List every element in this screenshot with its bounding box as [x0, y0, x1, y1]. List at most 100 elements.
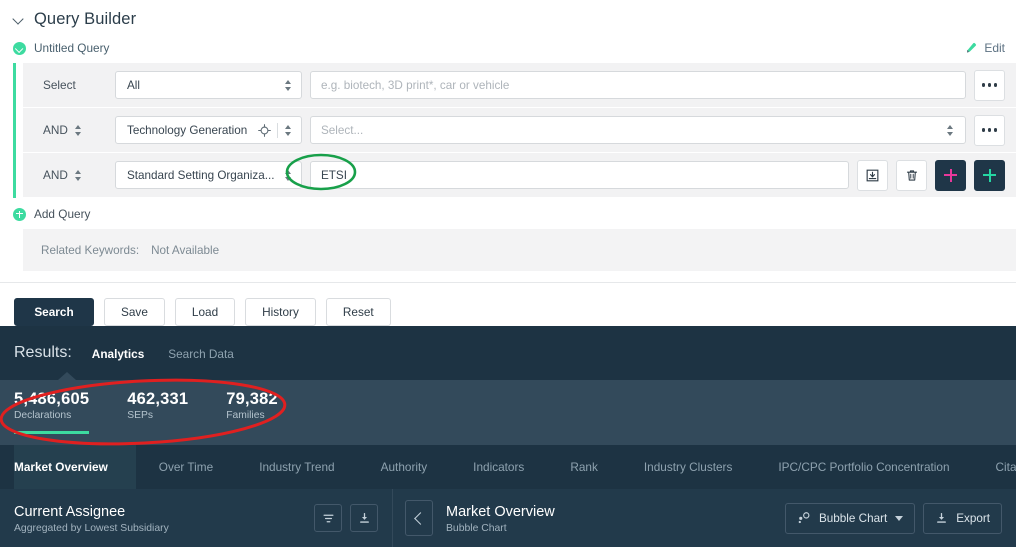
- panel-title: Current Assignee: [14, 503, 126, 520]
- history-button[interactable]: History: [245, 297, 316, 326]
- tab-authority[interactable]: Authority: [358, 445, 451, 489]
- related-keywords-bar: Related Keywords: Not Available: [23, 229, 1016, 271]
- field-select-controls: [284, 169, 293, 182]
- chevron-left-icon: [414, 511, 427, 525]
- panel-title: Market Overview: [446, 503, 555, 520]
- tab-market-overview[interactable]: Market Overview: [14, 445, 136, 489]
- query-builder-app: Query Builder Untitled Query Edit Select…: [0, 0, 1016, 550]
- stat-seps[interactable]: 462,331 SEPs: [127, 389, 188, 421]
- page-title: Query Builder: [34, 9, 137, 28]
- updown-arrows-icon[interactable]: [284, 124, 293, 137]
- crosshair-target-icon[interactable]: [258, 123, 271, 137]
- field-select-value: All: [127, 78, 140, 92]
- tab-analytics[interactable]: Analytics: [92, 347, 144, 361]
- connector-updown-icon[interactable]: [74, 124, 83, 137]
- results-header: Results: Analytics Search Data: [0, 326, 1016, 380]
- trash-icon: [906, 169, 917, 181]
- more-options-icon: [982, 83, 997, 87]
- reset-button[interactable]: Reset: [325, 297, 391, 326]
- add-query-label: Add Query: [34, 207, 91, 221]
- panel-right-text: Market Overview Bubble Chart: [446, 503, 555, 534]
- back-button[interactable]: [405, 500, 433, 536]
- chevron-down-icon: [895, 515, 904, 521]
- export-label: Export: [956, 511, 990, 525]
- save-button[interactable]: Save: [104, 297, 165, 326]
- tab-rank[interactable]: Rank: [547, 445, 621, 489]
- save-icon: [866, 169, 879, 181]
- query-title-row: Untitled Query Edit: [0, 32, 1016, 63]
- stat-label: Families: [226, 410, 265, 421]
- plus-icon: [983, 168, 996, 182]
- results-stats-band: 5,486,605 Declarations 462,331 SEPs 79,3…: [0, 372, 1016, 445]
- updown-arrows-icon[interactable]: [284, 79, 293, 92]
- panel-subtitle: Bubble Chart: [446, 522, 507, 534]
- tab-citation[interactable]: Citatio: [973, 445, 1016, 489]
- add-condition-pink-button[interactable]: [935, 159, 966, 191]
- results-label: Results:: [14, 344, 72, 361]
- query-value-text: ETSI: [321, 168, 347, 182]
- query-conditions: Select All e.g. biotech, 3D print*, car …: [13, 63, 1016, 198]
- tab-indicators[interactable]: Indicators: [450, 445, 547, 489]
- chart-type-label: Bubble Chart: [818, 511, 888, 525]
- field-select-controls: [258, 122, 293, 138]
- edit-query-button[interactable]: Edit: [964, 41, 1016, 55]
- save-row-button[interactable]: [857, 159, 888, 191]
- field-select-controls: [284, 79, 293, 92]
- chevron-down-icon[interactable]: [14, 14, 25, 25]
- tab-industry-trend[interactable]: Industry Trend: [236, 445, 357, 489]
- results-tabs: Analytics Search Data: [92, 345, 234, 361]
- load-button[interactable]: Load: [174, 297, 236, 326]
- condition-row: AND Technology Generation Select...: [23, 108, 1016, 153]
- query-value-input[interactable]: e.g. biotech, 3D print*, car or vehicle: [310, 71, 966, 99]
- panel-subtitle: Aggregated by Lowest Subsidiary: [14, 522, 169, 534]
- stat-families[interactable]: 79,382 Families: [226, 389, 278, 421]
- download-icon: [937, 512, 947, 523]
- stat-value: 5,486,605: [14, 390, 90, 408]
- tab-industry-clusters[interactable]: Industry Clusters: [621, 445, 756, 489]
- query-value-input[interactable]: Select...: [310, 116, 966, 144]
- tab-ipc-cpc-portfolio-concentration[interactable]: IPC/CPC Portfolio Concentration: [755, 445, 972, 489]
- panel-left-text: Current Assignee Aggregated by Lowest Su…: [14, 503, 169, 534]
- row-menu-button[interactable]: [974, 114, 1005, 146]
- chart-type-dropdown[interactable]: Bubble Chart: [784, 502, 916, 534]
- value-updown-icon[interactable]: [946, 124, 955, 137]
- field-select-value: Standard Setting Organiza...: [127, 168, 275, 182]
- connector-label: Select: [43, 78, 76, 92]
- add-query-button[interactable]: Add Query: [0, 198, 1016, 229]
- stat-value: 79,382: [226, 390, 278, 408]
- pencil-icon: [967, 42, 977, 53]
- search-button[interactable]: Search: [14, 297, 94, 326]
- query-value-placeholder: Select...: [321, 123, 364, 137]
- download-left-button[interactable]: [350, 504, 378, 532]
- row-menu-button[interactable]: [974, 69, 1005, 101]
- export-button[interactable]: Export: [923, 502, 1002, 534]
- query-value-input[interactable]: ETSI: [310, 161, 849, 189]
- tab-over-time[interactable]: Over Time: [136, 445, 236, 489]
- filter-button[interactable]: [314, 504, 342, 532]
- add-condition-green-button[interactable]: [974, 159, 1005, 191]
- tab-search-data[interactable]: Search Data: [168, 347, 234, 361]
- bubble-chart-icon: [798, 512, 810, 524]
- panel-right-actions: Bubble Chart Export: [784, 502, 1002, 534]
- connector-label[interactable]: AND: [23, 123, 115, 137]
- stat-label: Declarations: [14, 410, 72, 421]
- query-builder-header[interactable]: Query Builder: [0, 0, 1016, 32]
- delete-row-button[interactable]: [896, 159, 927, 191]
- filter-icon: [323, 514, 333, 522]
- query-actions: Search Save Load History Reset: [0, 282, 1016, 326]
- connector-text: AND: [43, 168, 68, 182]
- field-select-dropdown[interactable]: Standard Setting Organiza...: [115, 161, 302, 189]
- collapse-query-icon[interactable]: [13, 41, 26, 55]
- stat-label: SEPs: [127, 410, 153, 421]
- updown-arrows-icon[interactable]: [284, 169, 293, 182]
- stat-declarations[interactable]: 5,486,605 Declarations: [14, 389, 90, 434]
- field-select-dropdown[interactable]: All: [115, 71, 302, 99]
- connector-label[interactable]: AND: [23, 168, 115, 182]
- connector-updown-icon[interactable]: [74, 169, 83, 182]
- stat-value: 462,331: [127, 390, 189, 408]
- panel-left-actions: [314, 504, 378, 532]
- analytics-nav-tabs: Market Overview Over Time Industry Trend…: [0, 445, 1016, 489]
- field-select-dropdown[interactable]: Technology Generation: [115, 116, 302, 144]
- related-keywords-label: Related Keywords:: [41, 243, 140, 257]
- plus-icon: [944, 168, 957, 182]
